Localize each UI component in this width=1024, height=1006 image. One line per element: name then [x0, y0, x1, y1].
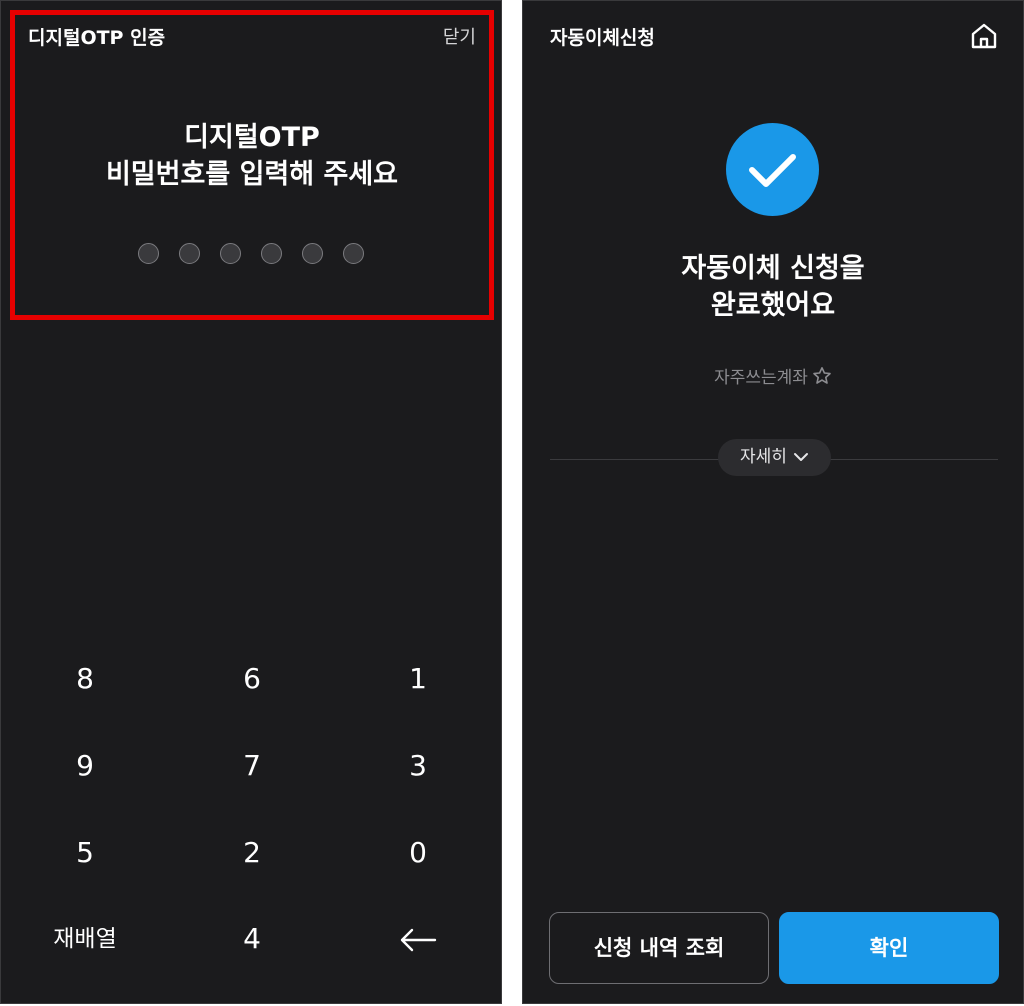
favorite-account-label: 자주쓰는계좌	[714, 368, 808, 388]
keypad-key[interactable]: 5	[15, 828, 155, 878]
keypad-key[interactable]: 2	[182, 828, 322, 878]
pin-dot	[220, 243, 241, 264]
keypad-key[interactable]: 8	[15, 654, 155, 704]
backspace-icon	[400, 928, 437, 952]
keypad-key[interactable]: 7	[182, 741, 322, 791]
details-label: 자세히	[740, 447, 787, 467]
home-button[interactable]	[969, 21, 999, 51]
details-toggle[interactable]: 자세히	[718, 439, 831, 476]
completion-heading-line1: 자동이체 신청을	[681, 253, 865, 284]
keypad-key[interactable]: 3	[348, 741, 488, 791]
completion-heading: 자동이체 신청을 완료했어요	[523, 250, 1023, 324]
otp-heading: 디지털OTP 비밀번호를 입력해 주세요	[1, 119, 501, 193]
pin-dot	[138, 243, 159, 264]
home-icon	[971, 23, 997, 49]
otp-heading-line1: 디지털OTP	[184, 122, 320, 153]
shuffle-key[interactable]: 재배열	[15, 914, 155, 964]
keypad-key[interactable]: 1	[348, 654, 488, 704]
pin-indicator	[138, 243, 364, 264]
view-history-button[interactable]: 신청 내역 조회	[549, 912, 769, 984]
favorite-account-toggle[interactable]: 자주쓰는계좌	[523, 365, 1023, 391]
completion-heading-line2: 완료했어요	[710, 290, 836, 321]
pin-dot	[343, 243, 364, 264]
check-icon	[749, 154, 796, 187]
star-outline-icon	[813, 367, 831, 384]
pin-dot	[261, 243, 282, 264]
pin-dot	[179, 243, 200, 264]
confirm-button[interactable]: 확인	[779, 912, 999, 984]
pin-dot	[302, 243, 323, 264]
otp-screen: 디지털OTP 인증 닫기 디지털OTP 비밀번호를 입력해 주세요 8 6 1 …	[0, 0, 502, 1004]
keypad-key[interactable]: 4	[182, 914, 322, 964]
otp-heading-line2: 비밀번호를 입력해 주세요	[105, 159, 399, 190]
screen-title: 자동이체신청	[550, 27, 655, 49]
keypad-key[interactable]: 6	[182, 654, 322, 704]
keypad-key[interactable]: 0	[348, 828, 488, 878]
close-button[interactable]: 닫기	[443, 26, 476, 50]
chevron-down-icon	[793, 453, 808, 461]
transfer-complete-screen: 자동이체신청 자동이체 신청을 완료했어요 자주쓰는계좌 자세히 신청 내역 조…	[522, 0, 1024, 1004]
keypad-key[interactable]: 9	[15, 741, 155, 791]
screen-title: 디지털OTP 인증	[28, 27, 166, 49]
backspace-key[interactable]	[348, 914, 488, 964]
success-badge	[726, 123, 819, 216]
